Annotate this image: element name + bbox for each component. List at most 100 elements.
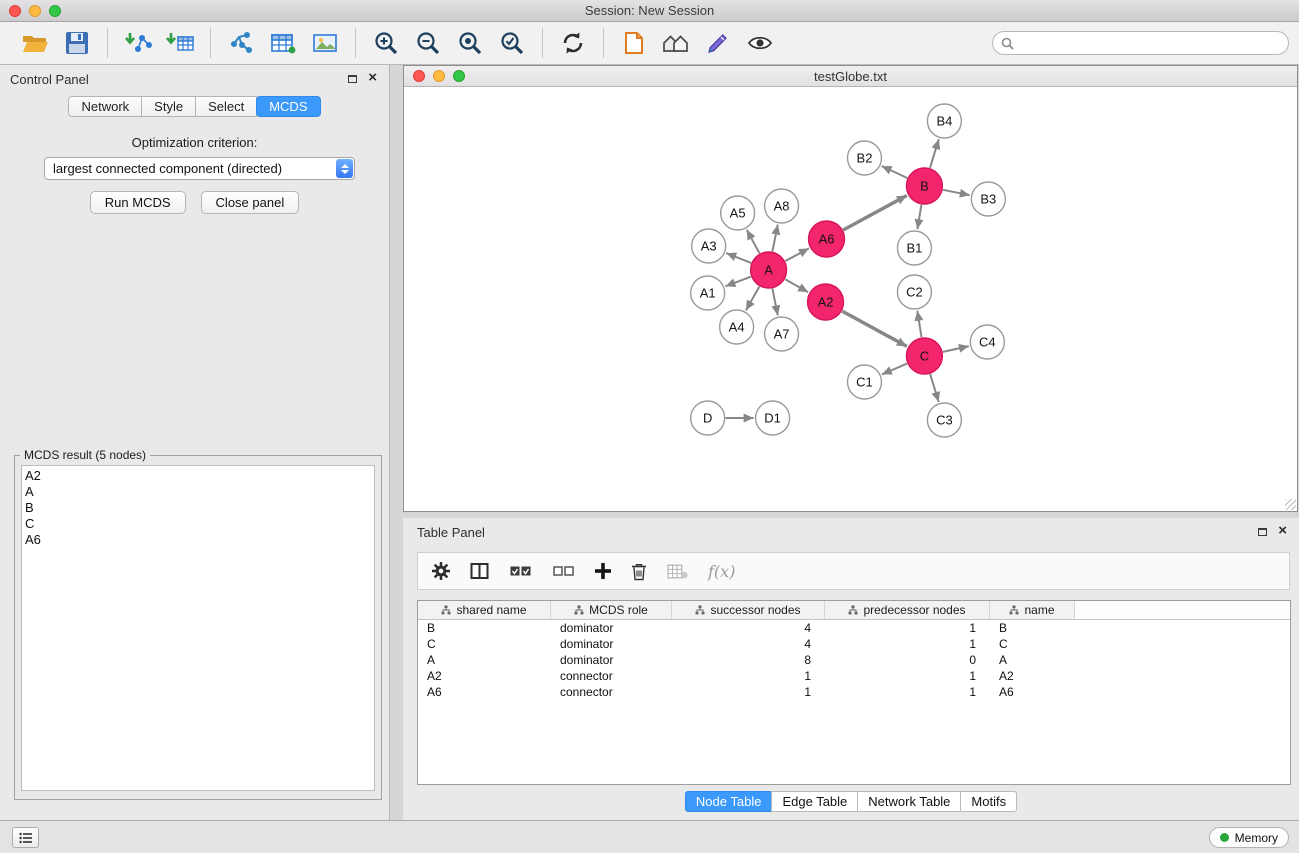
tab-network-table[interactable]: Network Table xyxy=(857,791,961,812)
graph-edge-A-A5[interactable] xyxy=(747,230,760,254)
import-table-icon[interactable] xyxy=(163,26,197,60)
graph-node-A1[interactable]: A1 xyxy=(691,276,725,310)
graph-edge-A-A1[interactable] xyxy=(725,277,750,287)
show-columns-button[interactable] xyxy=(470,563,489,579)
graph-edge-A6-B[interactable] xyxy=(843,196,907,231)
table-cell[interactable]: 4 xyxy=(672,636,825,652)
mcds-result-item[interactable]: B xyxy=(22,500,374,516)
table-cell[interactable]: 0 xyxy=(825,652,990,668)
graph-node-A5[interactable]: A5 xyxy=(721,196,755,230)
table-cell[interactable]: A xyxy=(990,652,1075,668)
float-panel-icon[interactable] xyxy=(348,75,357,83)
graph-node-A7[interactable]: A7 xyxy=(765,317,799,351)
graph-edge-C-C4[interactable] xyxy=(943,346,969,352)
table-cell[interactable]: 1 xyxy=(825,684,990,700)
graph-edge-A-A6[interactable] xyxy=(785,248,809,261)
graph-node-A3[interactable]: A3 xyxy=(692,229,726,263)
graph-node-A2[interactable]: A2 xyxy=(808,284,844,320)
table-cell[interactable]: B xyxy=(418,620,551,636)
graph-edge-C-C3[interactable] xyxy=(930,374,939,402)
table-row[interactable]: Adominator80A xyxy=(418,652,1290,668)
graph-node-B4[interactable]: B4 xyxy=(927,104,961,138)
memory-indicator[interactable]: Memory xyxy=(1209,827,1289,848)
add-column-button[interactable] xyxy=(595,563,611,579)
graph-edge-B-B4[interactable] xyxy=(930,139,939,168)
show-panels-button[interactable] xyxy=(12,827,39,848)
graph-node-A8[interactable]: A8 xyxy=(765,189,799,223)
graph-node-D[interactable]: D xyxy=(691,401,725,435)
graph-edge-C-C1[interactable] xyxy=(882,364,907,375)
graph-node-D1[interactable]: D1 xyxy=(756,401,790,435)
graph-node-A4[interactable]: A4 xyxy=(720,310,754,344)
search-box[interactable] xyxy=(992,31,1289,55)
mcds-result-item[interactable]: A6 xyxy=(22,532,374,548)
refresh-icon[interactable] xyxy=(556,26,590,60)
show-hide-icon[interactable] xyxy=(743,26,777,60)
new-network-icon[interactable] xyxy=(224,26,258,60)
tab-motifs[interactable]: Motifs xyxy=(960,791,1017,812)
table-cell[interactable]: C xyxy=(418,636,551,652)
new-table-icon[interactable] xyxy=(266,26,300,60)
table-cell[interactable]: A xyxy=(418,652,551,668)
table-cell[interactable]: 1 xyxy=(825,668,990,684)
graph-node-C2[interactable]: C2 xyxy=(897,275,931,309)
graph-edge-A2-C[interactable] xyxy=(842,311,907,346)
graph-edge-B-B2[interactable] xyxy=(882,166,908,178)
delete-column-button[interactable] xyxy=(631,562,647,581)
table-cell[interactable]: connector xyxy=(551,668,672,684)
table-cell[interactable]: B xyxy=(990,620,1075,636)
graph-edge-A-A7[interactable] xyxy=(772,289,777,316)
graph-node-C[interactable]: C xyxy=(906,338,942,374)
graph-edge-A-A3[interactable] xyxy=(726,253,751,263)
graph-node-A6[interactable]: A6 xyxy=(809,221,845,257)
network-window-titlebar[interactable]: testGlobe.txt xyxy=(404,66,1297,87)
tab-network[interactable]: Network xyxy=(68,96,142,117)
graph-edge-C-C2[interactable] xyxy=(917,311,921,337)
graph-node-C1[interactable]: C1 xyxy=(848,365,882,399)
table-cell[interactable]: dominator xyxy=(551,636,672,652)
zoom-in-icon[interactable] xyxy=(369,26,403,60)
graph-svg[interactable]: B4B2BB3A8A5A6A3B1AC2A1A2A4A7C4CC1C3DD1 xyxy=(404,87,1297,511)
import-network-icon[interactable] xyxy=(121,26,155,60)
zoom-selected-icon[interactable] xyxy=(495,26,529,60)
tab-mcds[interactable]: MCDS xyxy=(256,96,320,117)
mcds-result-item[interactable]: A xyxy=(22,484,374,500)
mcds-result-item[interactable]: A2 xyxy=(22,468,374,484)
table-cell[interactable]: A2 xyxy=(990,668,1075,684)
search-input[interactable] xyxy=(1019,35,1288,52)
mcds-result-list[interactable]: A2ABCA6 xyxy=(21,465,375,791)
save-session-icon[interactable] xyxy=(60,26,94,60)
column-header-predecessor-nodes[interactable]: predecessor nodes xyxy=(825,601,990,619)
mcds-result-item[interactable]: C xyxy=(22,516,374,532)
open-session-icon[interactable] xyxy=(18,26,52,60)
table-settings-button[interactable] xyxy=(432,562,450,580)
export-image-icon[interactable] xyxy=(308,26,342,60)
zoom-fit-icon[interactable] xyxy=(453,26,487,60)
optimization-criterion-select[interactable]: largest connected component (directed) xyxy=(44,157,355,180)
graph-edge-A-A4[interactable] xyxy=(746,287,759,311)
column-header-successor-nodes[interactable]: successor nodes xyxy=(672,601,825,619)
column-header-MCDS-role[interactable]: MCDS role xyxy=(551,601,672,619)
table-cell[interactable]: A2 xyxy=(418,668,551,684)
close-panel-icon[interactable]: × xyxy=(368,69,377,86)
table-cell[interactable]: dominator xyxy=(551,652,672,668)
deselect-all-button[interactable] xyxy=(552,564,575,578)
graph-node-A[interactable]: A xyxy=(751,252,787,288)
select-all-button[interactable] xyxy=(509,564,532,578)
table-cell[interactable]: 8 xyxy=(672,652,825,668)
table-float-panel-icon[interactable] xyxy=(1258,528,1267,536)
close-panel-button[interactable]: Close panel xyxy=(201,191,300,214)
run-mcds-button[interactable]: Run MCDS xyxy=(90,191,186,214)
tab-select[interactable]: Select xyxy=(195,96,257,117)
open-document-icon[interactable] xyxy=(617,26,651,60)
graph-node-C3[interactable]: C3 xyxy=(927,403,961,437)
table-cell[interactable]: A6 xyxy=(990,684,1075,700)
graph-node-B[interactable]: B xyxy=(906,168,942,204)
column-header-name[interactable]: name xyxy=(990,601,1075,619)
table-cell[interactable]: 1 xyxy=(672,684,825,700)
graph-edge-B-B3[interactable] xyxy=(943,190,970,195)
resize-grip[interactable] xyxy=(1285,499,1296,510)
table-cell[interactable]: 1 xyxy=(825,636,990,652)
style-brush-icon[interactable] xyxy=(701,26,735,60)
graph-node-B1[interactable]: B1 xyxy=(897,231,931,265)
